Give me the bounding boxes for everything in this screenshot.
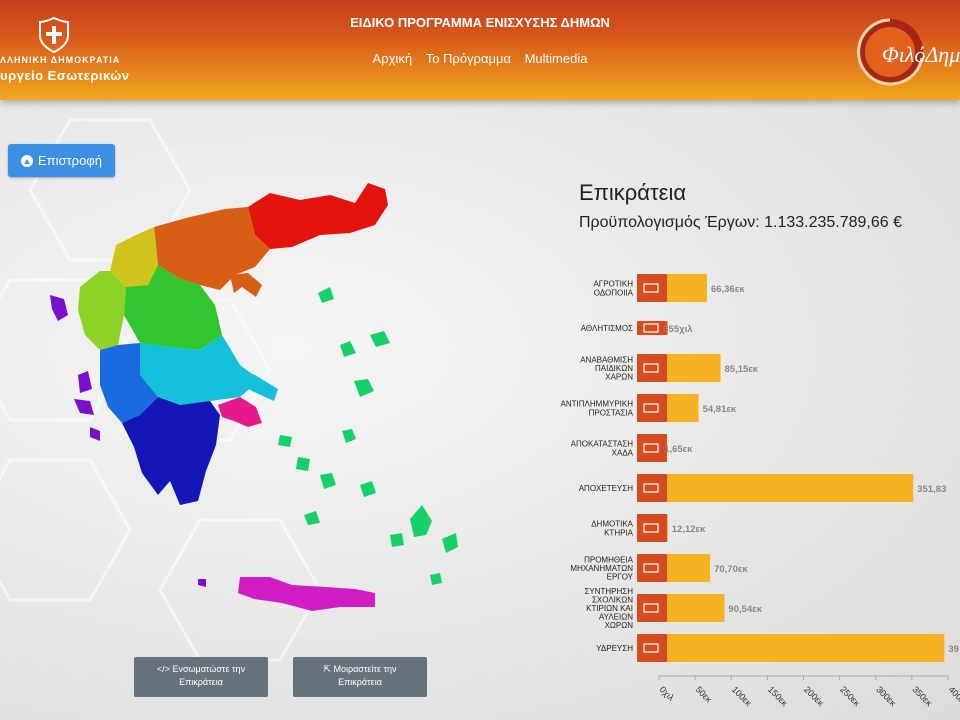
bar bbox=[667, 594, 725, 622]
main-nav: Αρχική Το Πρόγραμμα Multimedia bbox=[0, 51, 960, 66]
bar bbox=[667, 394, 699, 422]
category-label: ΟΔΟΠΟΙΙΑ bbox=[594, 288, 634, 297]
value-label: 85,15εκ bbox=[725, 364, 759, 375]
landfill-icon bbox=[637, 434, 667, 462]
x-tick-label: 150εκ bbox=[766, 684, 790, 708]
map-region-attica[interactable] bbox=[218, 397, 262, 427]
category-label: ΥΔΡΕΥΣΗ bbox=[596, 644, 633, 653]
road-work-icon bbox=[637, 274, 667, 302]
value-label: 355χιλ bbox=[663, 324, 693, 335]
arrow-up-circle-icon: ▲ bbox=[21, 154, 33, 167]
code-icon: </> bbox=[156, 664, 170, 674]
category-label: ΕΡΓΟΥ bbox=[607, 573, 634, 582]
map-region-epirus[interactable] bbox=[78, 271, 126, 350]
map-region-west-macedonia[interactable] bbox=[110, 227, 158, 287]
x-tick-label: 350εκ bbox=[910, 684, 934, 708]
value-label: 90,54εκ bbox=[728, 604, 762, 615]
map-region-crete[interactable] bbox=[238, 577, 375, 611]
category-label: ΧΩΡΩΝ bbox=[605, 621, 634, 630]
bar bbox=[667, 274, 707, 302]
bar bbox=[667, 474, 914, 502]
site-header: ΛΛΗΝΙΚΗ ΔΗΜΟΚΡΑΤΙΑ υργείο Εσωτερικών ΕΙΔ… bbox=[0, 0, 960, 100]
value-label: 12,12εκ bbox=[672, 524, 706, 535]
region-budget: Προϋπολογισμός Έργων: 1.133.235.789,66 € bbox=[579, 214, 903, 231]
share-icon: ⇱ bbox=[323, 664, 331, 674]
value-label: 1,65εκ bbox=[664, 444, 693, 455]
back-button-label: Επιστροφή bbox=[38, 153, 102, 168]
region-title: Επικράτεια bbox=[579, 180, 687, 205]
category-label: ΚΤΗΡΙΑ bbox=[604, 528, 634, 537]
x-tick-label: 50εκ bbox=[694, 684, 715, 705]
category-label: ΠΡΟΣΤΑΣΙΑ bbox=[589, 408, 634, 417]
value-label: 351,83 bbox=[917, 484, 946, 495]
map-region-south-aegean[interactable] bbox=[278, 429, 458, 585]
map-region-halkidiki[interactable] bbox=[230, 273, 262, 297]
machinery-icon bbox=[637, 554, 667, 582]
sewage-icon bbox=[637, 474, 667, 502]
embed-button[interactable]: </> Ενσωματώστε την Επικράτεια bbox=[134, 657, 268, 697]
bar bbox=[667, 514, 668, 542]
budget-bar-chart: ΑΓΡΟΤΙΚΗΟΔΟΠΟΙΙΑ 66,36εκΑΘΛΗΤΙΣΜΟΣ 355χιλΑ… bbox=[561, 274, 960, 708]
x-tick-label: 100εκ bbox=[730, 684, 754, 708]
category-label: ΧΑΡΩΝ bbox=[605, 373, 633, 382]
filodimos-logo[interactable]: ΦιλόΔημ bbox=[852, 14, 960, 90]
value-label: 66,36εκ bbox=[711, 284, 745, 295]
nav-program[interactable]: Το Πρόγραμμα bbox=[426, 51, 511, 66]
share-button-label-1: Μοιραστείτε την bbox=[333, 664, 397, 674]
flood-protection-icon bbox=[637, 394, 667, 422]
x-tick-label: 0χιλ bbox=[658, 684, 677, 703]
embed-button-label-1: Ενσωματώστε την bbox=[172, 664, 246, 674]
school-icon bbox=[637, 594, 667, 622]
x-tick-label: 400εκ bbox=[947, 684, 960, 708]
bar bbox=[667, 354, 721, 382]
category-label: ΑΠΟΧΕΤΕΥΣΗ bbox=[579, 484, 634, 493]
x-tick-label: 250εκ bbox=[838, 684, 862, 708]
logo-text: ΦιλόΔημ bbox=[882, 42, 960, 67]
value-label: 39 bbox=[948, 644, 959, 655]
nav-multimedia[interactable]: Multimedia bbox=[525, 51, 588, 66]
nav-home[interactable]: Αρχική bbox=[373, 51, 413, 66]
back-button[interactable]: ▲ Επιστροφή bbox=[8, 144, 115, 177]
water-tap-icon bbox=[637, 634, 667, 662]
embed-button-label-2: Επικράτεια bbox=[179, 677, 223, 687]
map-region-north-aegean[interactable] bbox=[318, 287, 390, 397]
x-tick-label: 200εκ bbox=[802, 684, 826, 708]
category-label: ΑΘΛΗΤΙΣΜΟΣ bbox=[581, 324, 633, 333]
x-tick-label: 300εκ bbox=[874, 684, 898, 708]
building-icon bbox=[637, 514, 667, 542]
share-button[interactable]: ⇱ Μοιραστείτε την Επικράτεια bbox=[293, 657, 427, 697]
value-label: 54,81εκ bbox=[703, 404, 737, 415]
bar bbox=[667, 554, 711, 582]
share-button-label-2: Επικράτεια bbox=[338, 677, 382, 687]
ministry-name: υργείο Εσωτερικών bbox=[0, 68, 130, 83]
greece-regions-map bbox=[50, 183, 458, 611]
map-region-east-macedonia-thrace[interactable] bbox=[248, 183, 388, 249]
value-label: 70,70εκ bbox=[714, 564, 748, 575]
bar bbox=[667, 634, 945, 662]
program-title: ΕΙΔΙΚΟ ΠΡΟΓΡΑΜΜΑ ΕΝΙΣΧΥΣΗΣ ΔΗΜΩΝ bbox=[350, 15, 610, 30]
playground-icon bbox=[637, 354, 667, 382]
category-label: ΧΑΔΑ bbox=[612, 448, 634, 457]
